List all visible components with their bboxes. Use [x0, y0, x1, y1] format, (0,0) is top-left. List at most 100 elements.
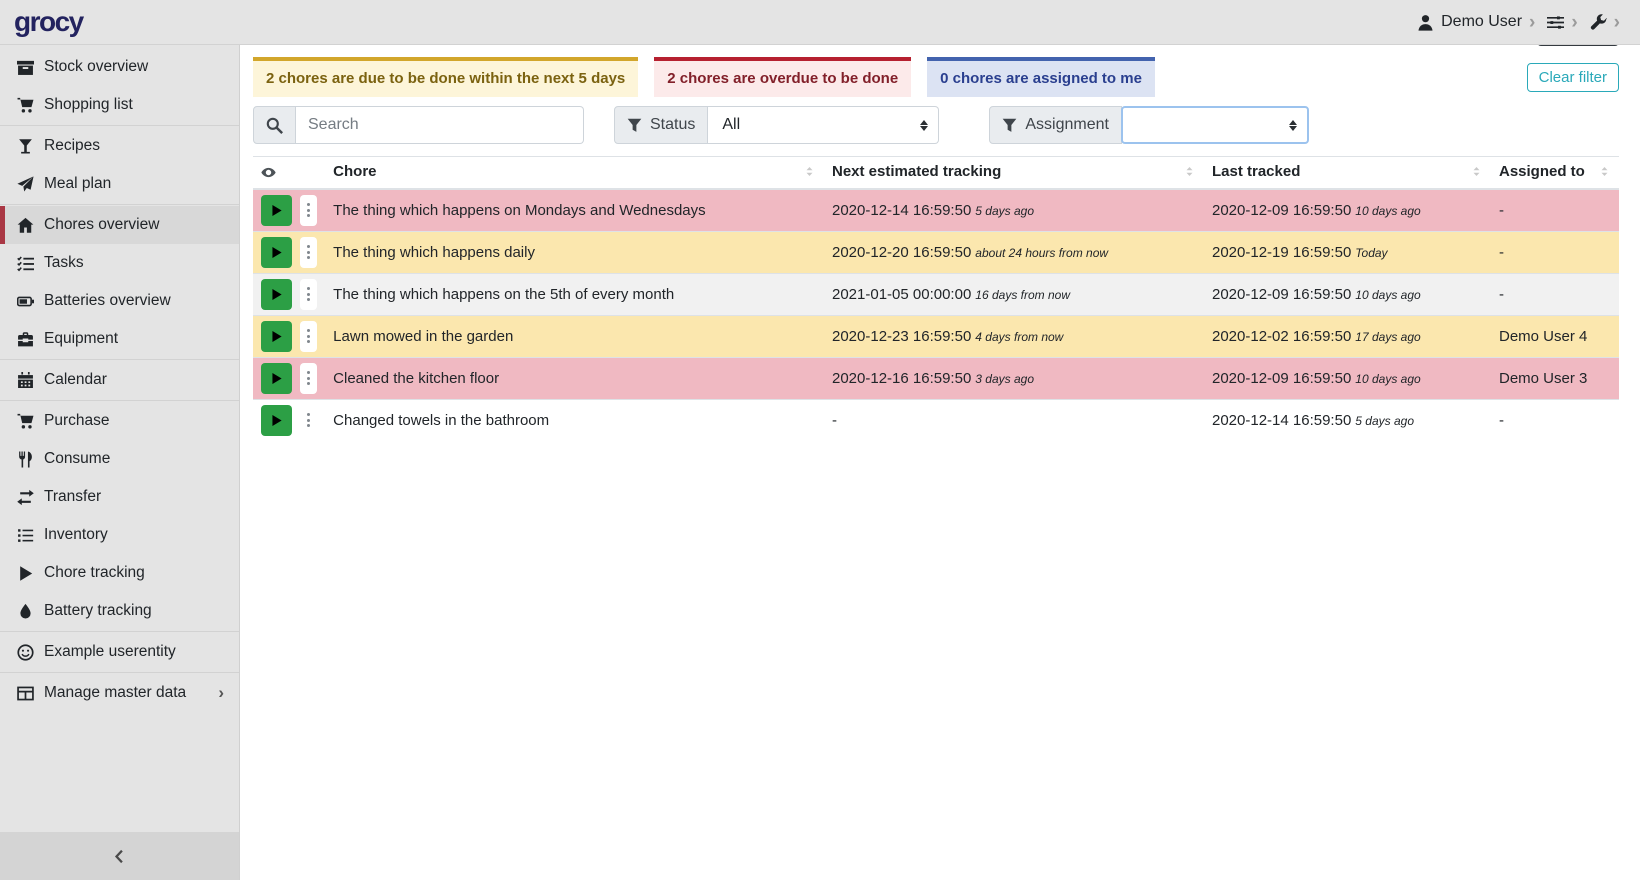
admin-menu[interactable]: › [1590, 13, 1620, 32]
row-ellipsis-menu-button[interactable] [300, 363, 317, 394]
box-icon [15, 59, 35, 76]
sidebar-item-inventory[interactable]: Inventory [0, 516, 239, 554]
chores-table-body: The thing which happens on Mondays and W… [253, 189, 1619, 441]
row-ellipsis-menu-button[interactable] [300, 279, 317, 310]
chevron-right-icon: › [1614, 13, 1620, 32]
track-execution-play-button[interactable] [261, 279, 292, 310]
row-ellipsis-menu-button[interactable] [300, 195, 317, 226]
grocy-logo[interactable]: grocy [14, 8, 83, 36]
last-tracked-timeago: 5 days ago [1355, 414, 1414, 428]
chevron-left-icon [112, 849, 127, 864]
info-banner[interactable]: 0 chores are assigned to me [927, 57, 1155, 97]
user-menu[interactable]: Demo User › [1417, 13, 1535, 32]
track-execution-play-button[interactable] [261, 321, 292, 352]
col-header-chore[interactable]: Chore [325, 157, 824, 190]
last-tracked-date: 2020-12-14 16:59:50 [1212, 412, 1351, 429]
wrench-icon [1590, 14, 1607, 31]
sidebar-item-chore-tracking[interactable]: Chore tracking [0, 554, 239, 592]
sidebar-divider [0, 631, 239, 632]
status-filter-label: Status [614, 106, 708, 144]
sidebar-item-shopping-list[interactable]: Shopping list [0, 86, 239, 124]
col-header-next-tracking[interactable]: Next estimated tracking [824, 157, 1204, 190]
last-tracked-timeago: 10 days ago [1355, 288, 1420, 302]
table-row: The thing which happens daily 2020-12-20… [253, 231, 1619, 273]
assigned-to-value: Demo User 3 [1499, 370, 1587, 387]
filter-icon [1002, 118, 1017, 133]
sidebar-item-manage-master-data[interactable]: Manage master data › [0, 674, 239, 712]
chore-name: Lawn mowed in the garden [333, 328, 513, 345]
last-tracked-date: 2020-12-02 16:59:50 [1212, 328, 1351, 345]
next-tracking-timeago: 5 days ago [975, 204, 1034, 218]
assigned-to-value: Demo User 4 [1499, 328, 1587, 345]
track-execution-play-button[interactable] [261, 363, 292, 394]
chevron-right-icon: › [218, 683, 224, 703]
danger-banner[interactable]: 2 chores are overdue to be done [654, 57, 911, 97]
chores-table: Chore Next estimated tracking Last track… [253, 156, 1619, 441]
track-execution-play-button[interactable] [261, 195, 292, 226]
tasks-icon [15, 255, 35, 272]
user-menu-label: Demo User [1441, 13, 1522, 31]
settings-menu[interactable]: › [1547, 13, 1577, 32]
assigned-to-value: - [1499, 244, 1504, 261]
sidebar-item-chores-overview[interactable]: Chores overview [0, 206, 239, 244]
martini-glass-icon [15, 138, 35, 155]
column-visibility-eye-icon[interactable] [261, 165, 317, 180]
sidebar-item-purchase[interactable]: Purchase [0, 402, 239, 440]
play-icon [270, 288, 283, 301]
assigned-to-value: - [1499, 286, 1504, 303]
sidebar-divider [0, 672, 239, 673]
play-icon [270, 330, 283, 343]
next-tracking-timeago: 4 days from now [975, 330, 1063, 344]
table-row: Changed towels in the bathroom - 2020-12… [253, 399, 1619, 441]
sidebar-item-example-userentity[interactable]: Example userentity [0, 633, 239, 671]
shopping-cart-icon [15, 413, 35, 430]
table-row: Lawn mowed in the garden 2020-12-23 16:5… [253, 315, 1619, 357]
last-tracked-timeago: 17 days ago [1355, 330, 1420, 344]
sort-icon [1183, 165, 1196, 182]
sidebar-item-battery-tracking[interactable]: Battery tracking [0, 592, 239, 630]
sidebar-item-stock-overview[interactable]: Stock overview [0, 48, 239, 86]
exchange-icon [15, 489, 35, 506]
sidebar-item-batteries-overview[interactable]: Batteries overview [0, 282, 239, 320]
col-header-last-tracked[interactable]: Last tracked [1204, 157, 1491, 190]
play-icon [270, 414, 283, 427]
sidebar-nav: Stock overview Shopping list Recipes Mea… [0, 45, 239, 832]
sort-icon [803, 165, 816, 182]
sidebar-item-consume[interactable]: Consume [0, 440, 239, 478]
search-input[interactable] [296, 106, 584, 144]
track-execution-play-button[interactable] [261, 237, 292, 268]
sidebar-item-calendar[interactable]: Calendar [0, 361, 239, 399]
paper-plane-icon [15, 176, 35, 193]
next-tracking-timeago: 16 days from now [975, 288, 1070, 302]
sidebar-collapse-button[interactable] [0, 832, 239, 880]
status-select[interactable]: All [708, 106, 939, 144]
search-addon [253, 106, 296, 144]
col-header-assigned-to[interactable]: Assigned to [1491, 157, 1619, 190]
select-arrows-icon [920, 120, 928, 131]
warning-banner[interactable]: 2 chores are due to be done within the n… [253, 57, 638, 97]
sort-icon [1470, 165, 1483, 182]
last-tracked-timeago: 10 days ago [1355, 204, 1420, 218]
row-ellipsis-menu-button[interactable] [300, 405, 317, 436]
sidebar-divider [0, 400, 239, 401]
table-row: The thing which happens on the 5th of ev… [253, 273, 1619, 315]
track-execution-play-button[interactable] [261, 405, 292, 436]
assignment-select[interactable] [1121, 106, 1309, 144]
filter-icon [627, 118, 642, 133]
sidebar-item-tasks[interactable]: Tasks [0, 244, 239, 282]
table-row: The thing which happens on Mondays and W… [253, 189, 1619, 231]
sidebar-item-equipment[interactable]: Equipment [0, 320, 239, 358]
last-tracked-date: 2020-12-19 16:59:50 [1212, 244, 1351, 261]
sidebar-item-meal-plan[interactable]: Meal plan [0, 165, 239, 203]
sidebar-item-transfer[interactable]: Transfer [0, 478, 239, 516]
row-ellipsis-menu-button[interactable] [300, 237, 317, 268]
chevron-right-icon: › [1571, 13, 1577, 32]
row-ellipsis-menu-button[interactable] [300, 321, 317, 352]
droplet-icon [15, 603, 35, 620]
assignment-filter-label: Assignment [989, 106, 1122, 144]
clear-filter-button[interactable]: Clear filter [1527, 63, 1619, 92]
sidebar-divider [0, 359, 239, 360]
chore-name: Cleaned the kitchen floor [333, 370, 499, 387]
sidebar-item-recipes[interactable]: Recipes [0, 127, 239, 165]
next-tracking-date: 2020-12-23 16:59:50 [832, 328, 971, 345]
